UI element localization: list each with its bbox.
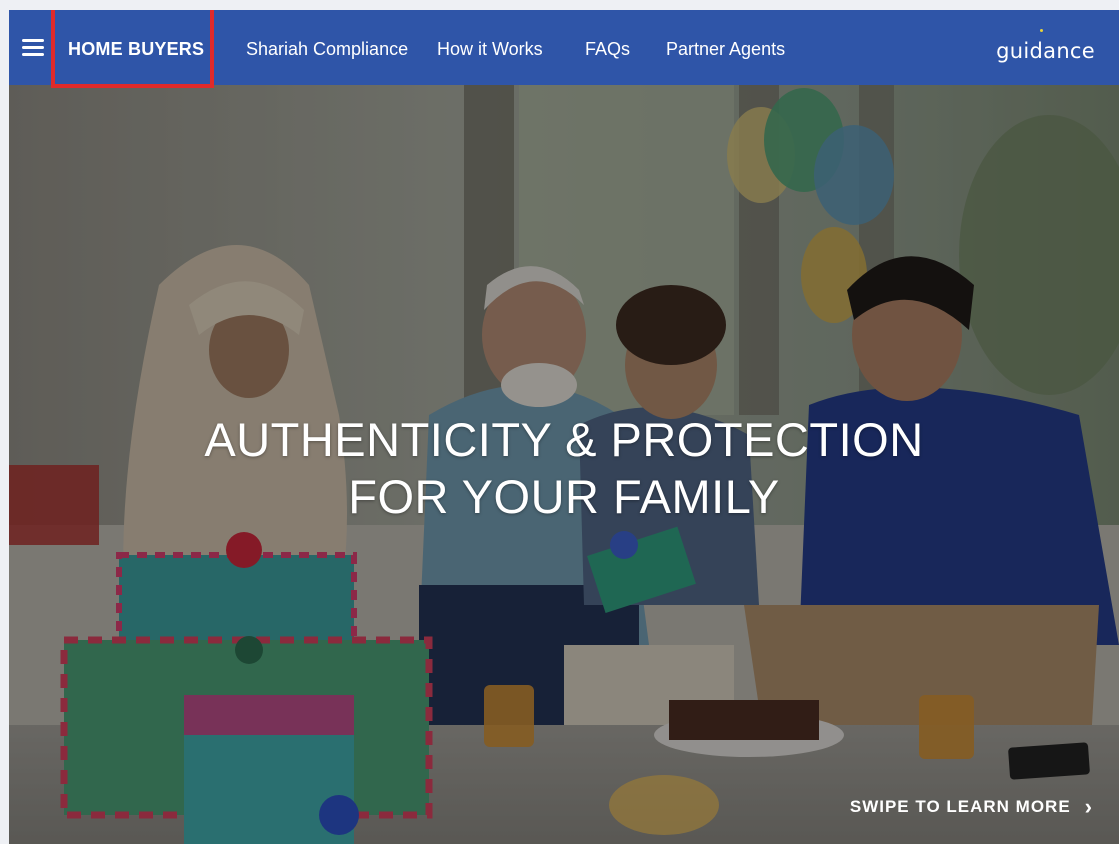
page-frame: HOME BUYERS Shariah Compliance How it Wo… [9,10,1119,844]
top-navbar: HOME BUYERS Shariah Compliance How it Wo… [9,10,1119,85]
hero-title: AUTHENTICITY & PROTECTION FOR YOUR FAMIL… [9,411,1119,525]
brand-logo-dot [1040,29,1043,32]
chevron-right-icon: › [1084,794,1093,819]
hamburger-menu-icon[interactable] [22,39,44,57]
nav-partner-agents[interactable]: Partner Agents [666,10,785,85]
brand-logo[interactable]: guidance [996,39,1095,63]
nav-home-buyers[interactable]: HOME BUYERS [68,10,204,85]
swipe-label: SWIPE TO LEARN MORE [849,797,1071,816]
hero-title-line1: AUTHENTICITY & PROTECTION [204,413,924,466]
nav-how-it-works[interactable]: How it Works [437,10,543,85]
nav-faqs[interactable]: FAQs [585,10,630,85]
hero-title-line2: FOR YOUR FAMILY [348,470,780,523]
nav-shariah-compliance[interactable]: Shariah Compliance [246,10,408,85]
hero-banner: AUTHENTICITY & PROTECTION FOR YOUR FAMIL… [9,85,1119,844]
swipe-to-learn-more-link[interactable]: SWIPE TO LEARN MORE › [850,794,1093,820]
